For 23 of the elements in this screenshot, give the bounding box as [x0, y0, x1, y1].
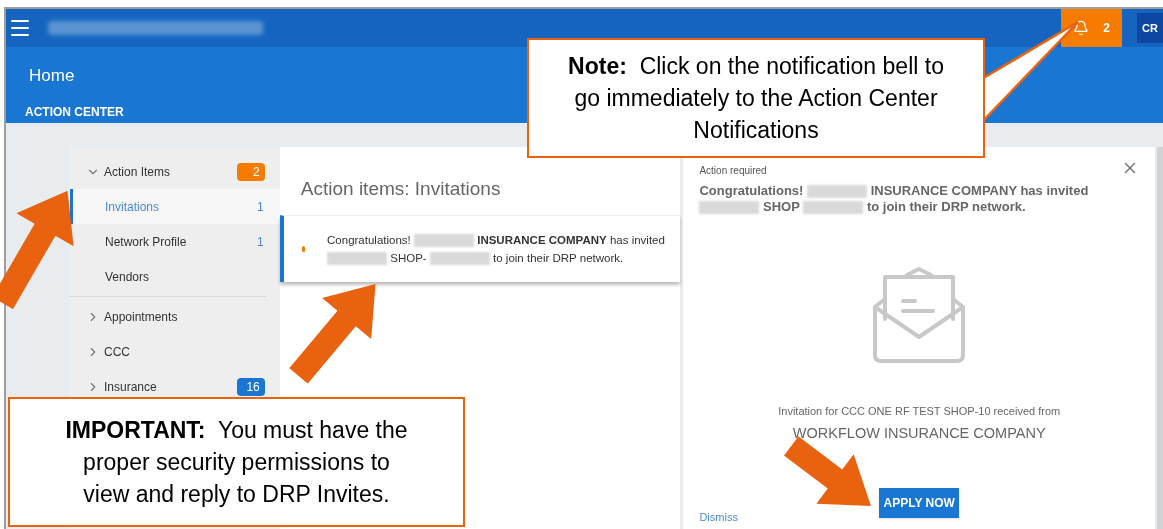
invitation-text: Invitation for CCC ONE RF TEST SHOP-10 received from	[778, 404, 1061, 419]
sidebar-group[interactable]: Action Items	[104, 162, 237, 181]
status-label: Action required	[699, 164, 767, 178]
envelope-icon	[872, 267, 967, 363]
count-badge: 16	[236, 377, 265, 396]
page-title: Home	[29, 65, 75, 87]
panel-title: Action items: Invitations	[299, 177, 502, 201]
note-text: Note: Click on the notification bell to go immediately to the Action Center Notifications	[567, 52, 945, 145]
sidebar-item[interactable]: Network Profile 1	[70, 224, 280, 259]
important-text: IMPORTANT: You must have the proper security permissions to view and reply to DRP Invites.	[64, 416, 409, 509]
invitation-card[interactable]: Congratulations! INSURANCE COMPANY has invited SHOP- to join their DRP network.	[279, 215, 681, 282]
apply-now-button[interactable]: APPLY NOW	[879, 488, 960, 519]
bell-icon	[1073, 20, 1089, 36]
invitation-message: Congratulations! INSURANCE COMPANY has invited SHOP to join their DRP network.	[699, 183, 1090, 215]
sidebar-group[interactable]: Appointments	[104, 307, 265, 326]
count-badge: 2	[236, 162, 265, 181]
dismiss-link[interactable]: Dismiss	[699, 511, 738, 525]
sidebar-item[interactable]: Vendors	[70, 259, 280, 294]
invitation-message: Congratulations! INSURANCE COMPANY has invited SHOP- to join their DRP network.	[327, 233, 666, 267]
sidebar-group[interactable]: CCC	[104, 342, 265, 361]
user-avatar[interactable]: CR	[1137, 13, 1163, 43]
company-name: WORKFLOW INSURANCE COMPANY	[792, 423, 1046, 443]
sidebar-group[interactable]: Insurance	[104, 377, 237, 396]
